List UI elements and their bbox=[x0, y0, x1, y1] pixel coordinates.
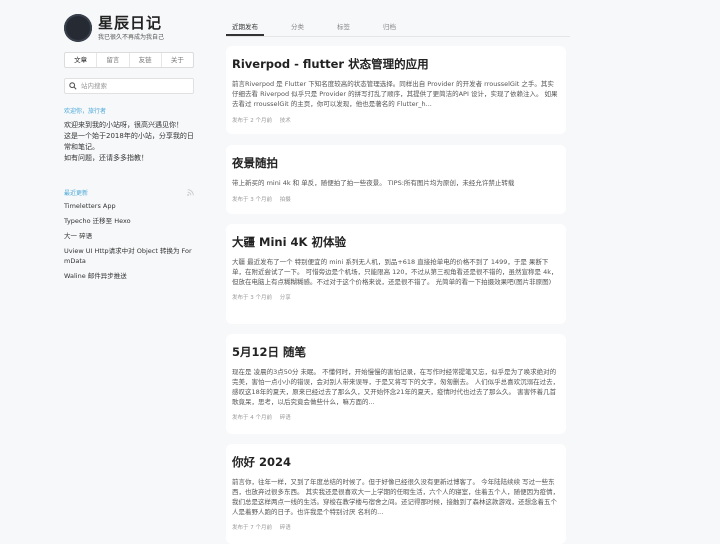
nav-item-articles[interactable]: 文章 bbox=[65, 53, 98, 67]
welcome-line: 欢迎来到我的小站呀，很高兴遇见你！ bbox=[64, 121, 183, 129]
recent-item[interactable]: Uview UI Http请求中对 Object 转换为 FormData bbox=[64, 246, 194, 266]
post-excerpt: 带上新买的 mini 4k 和 单反，随便拍了拍一些夜景。 TIPS:所有图片均… bbox=[232, 179, 515, 187]
post-excerpt: 前言Riverpod 是 Flutter 下知名度较高的状态管理选择。同样出自 … bbox=[232, 80, 558, 108]
post-category[interactable]: 碎语 bbox=[280, 415, 291, 421]
brand-text: 星辰日记 我已很久不再成为我自己 bbox=[98, 14, 164, 42]
post-card: 大疆 Mini 4K 初体验 大疆 最近发布了一个 特别便宜的 mini 系列无… bbox=[226, 224, 566, 324]
main-nav: 文章 留言 友链 关于 bbox=[64, 52, 194, 68]
nav-item-guestbook[interactable]: 留言 bbox=[97, 53, 130, 67]
post-tabs: 近期发布 分类 标签 归档 bbox=[226, 14, 570, 37]
post-excerpt: 现在是 凌晨的3点50分 未眠。 不懂何时，开始慢慢的害怕记录，在写作时经常提笔… bbox=[232, 368, 560, 406]
post-date: 发布于 7 个月前 bbox=[232, 525, 272, 531]
recent-item[interactable]: Typecho 迁移至 Hexo bbox=[64, 216, 194, 226]
post-excerpt: 大疆 最近发布了一个 特别便宜的 mini 系列无人机，到品+618 直接抢单电… bbox=[232, 258, 558, 286]
brand: 星辰日记 我已很久不再成为我自己 bbox=[64, 14, 194, 42]
post-date: 发布于 4 个月前 bbox=[232, 415, 272, 421]
post-meta: 发布于 3 个月前 拍摄 bbox=[232, 195, 560, 203]
post-category[interactable]: 碎语 bbox=[280, 525, 291, 531]
recent-heading: 最近更新 bbox=[64, 188, 194, 197]
post-card: 你好 2024 前言你，往年一样，又到了年度总结的时候了。但于好像已经很久没有更… bbox=[226, 444, 566, 544]
post-category[interactable]: 分享 bbox=[280, 295, 291, 301]
post-category[interactable]: 技术 bbox=[280, 118, 291, 124]
post-title[interactable]: 你好 2024 bbox=[232, 454, 560, 470]
post-title[interactable]: Riverpod - flutter 状态管理的应用 bbox=[232, 56, 560, 72]
search-icon bbox=[69, 82, 77, 90]
tab-tags[interactable]: 标签 bbox=[331, 14, 356, 31]
nav-item-about[interactable]: 关于 bbox=[162, 53, 193, 67]
recent-item[interactable]: Waline 邮件异步推送 bbox=[64, 271, 194, 281]
site-subtitle: 我已很久不再成为我自己 bbox=[98, 34, 165, 41]
post-meta: 发布于 2 个月前 技术 bbox=[232, 116, 560, 124]
post-meta: 发布于 4 个月前 碎语 bbox=[232, 413, 560, 421]
search-input[interactable] bbox=[81, 82, 181, 90]
site-title[interactable]: 星辰日记 bbox=[98, 14, 164, 32]
post-title[interactable]: 大疆 Mini 4K 初体验 bbox=[232, 234, 560, 250]
nav-item-links[interactable]: 友链 bbox=[130, 53, 162, 67]
tab-recent[interactable]: 近期发布 bbox=[226, 14, 264, 36]
recent-list: Timeletters App Typecho 迁移至 Hexo 大一 碎语 U… bbox=[64, 201, 194, 281]
welcome-heading: 欢迎你，旅行者 bbox=[64, 108, 107, 115]
post-date: 发布于 2 个月前 bbox=[232, 118, 272, 124]
post-excerpt: 前言你，往年一样，又到了年度总结的时候了。但于好像已经很久没有更新过博客了。 今… bbox=[232, 478, 560, 516]
post-card: 夜景随拍 带上新买的 mini 4k 和 单反，随便拍了拍一些夜景。 TIPS:… bbox=[226, 145, 566, 214]
post-date: 发布于 3 个月前 bbox=[232, 295, 272, 301]
post-category[interactable]: 拍摄 bbox=[280, 197, 291, 203]
post-title[interactable]: 5月12日 随笔 bbox=[232, 344, 560, 360]
recent-item[interactable]: 大一 碎语 bbox=[64, 231, 194, 241]
welcome-line: 这是一个始于2018年的小站，分享我的日常和笔记。 bbox=[64, 132, 194, 151]
welcome-text: 欢迎来到我的小站呀，很高兴遇见你！ 这是一个始于2018年的小站，分享我的日常和… bbox=[64, 120, 194, 164]
rss-icon[interactable] bbox=[187, 189, 194, 196]
sidebar: 星辰日记 我已很久不再成为我自己 文章 留言 友链 关于 欢迎你，旅行者 欢迎来… bbox=[64, 14, 194, 286]
recent-item[interactable]: Timeletters App bbox=[64, 201, 194, 211]
post-card: Riverpod - flutter 状态管理的应用 前言Riverpod 是 … bbox=[226, 46, 566, 134]
post-meta: 发布于 7 个月前 碎语 bbox=[232, 523, 560, 531]
post-title[interactable]: 夜景随拍 bbox=[232, 155, 560, 171]
post-date: 发布于 3 个月前 bbox=[232, 197, 272, 203]
search-box bbox=[64, 78, 194, 94]
tab-archive[interactable]: 归档 bbox=[377, 14, 402, 31]
welcome-line: 如有问题，还请多多指教！ bbox=[64, 154, 148, 162]
post-meta: 发布于 3 个月前 分享 bbox=[232, 293, 560, 301]
post-card: 5月12日 随笔 现在是 凌晨的3点50分 未眠。 不懂何时，开始慢慢的害怕记录… bbox=[226, 334, 566, 434]
avatar[interactable] bbox=[64, 14, 92, 42]
tab-categories[interactable]: 分类 bbox=[285, 14, 310, 31]
